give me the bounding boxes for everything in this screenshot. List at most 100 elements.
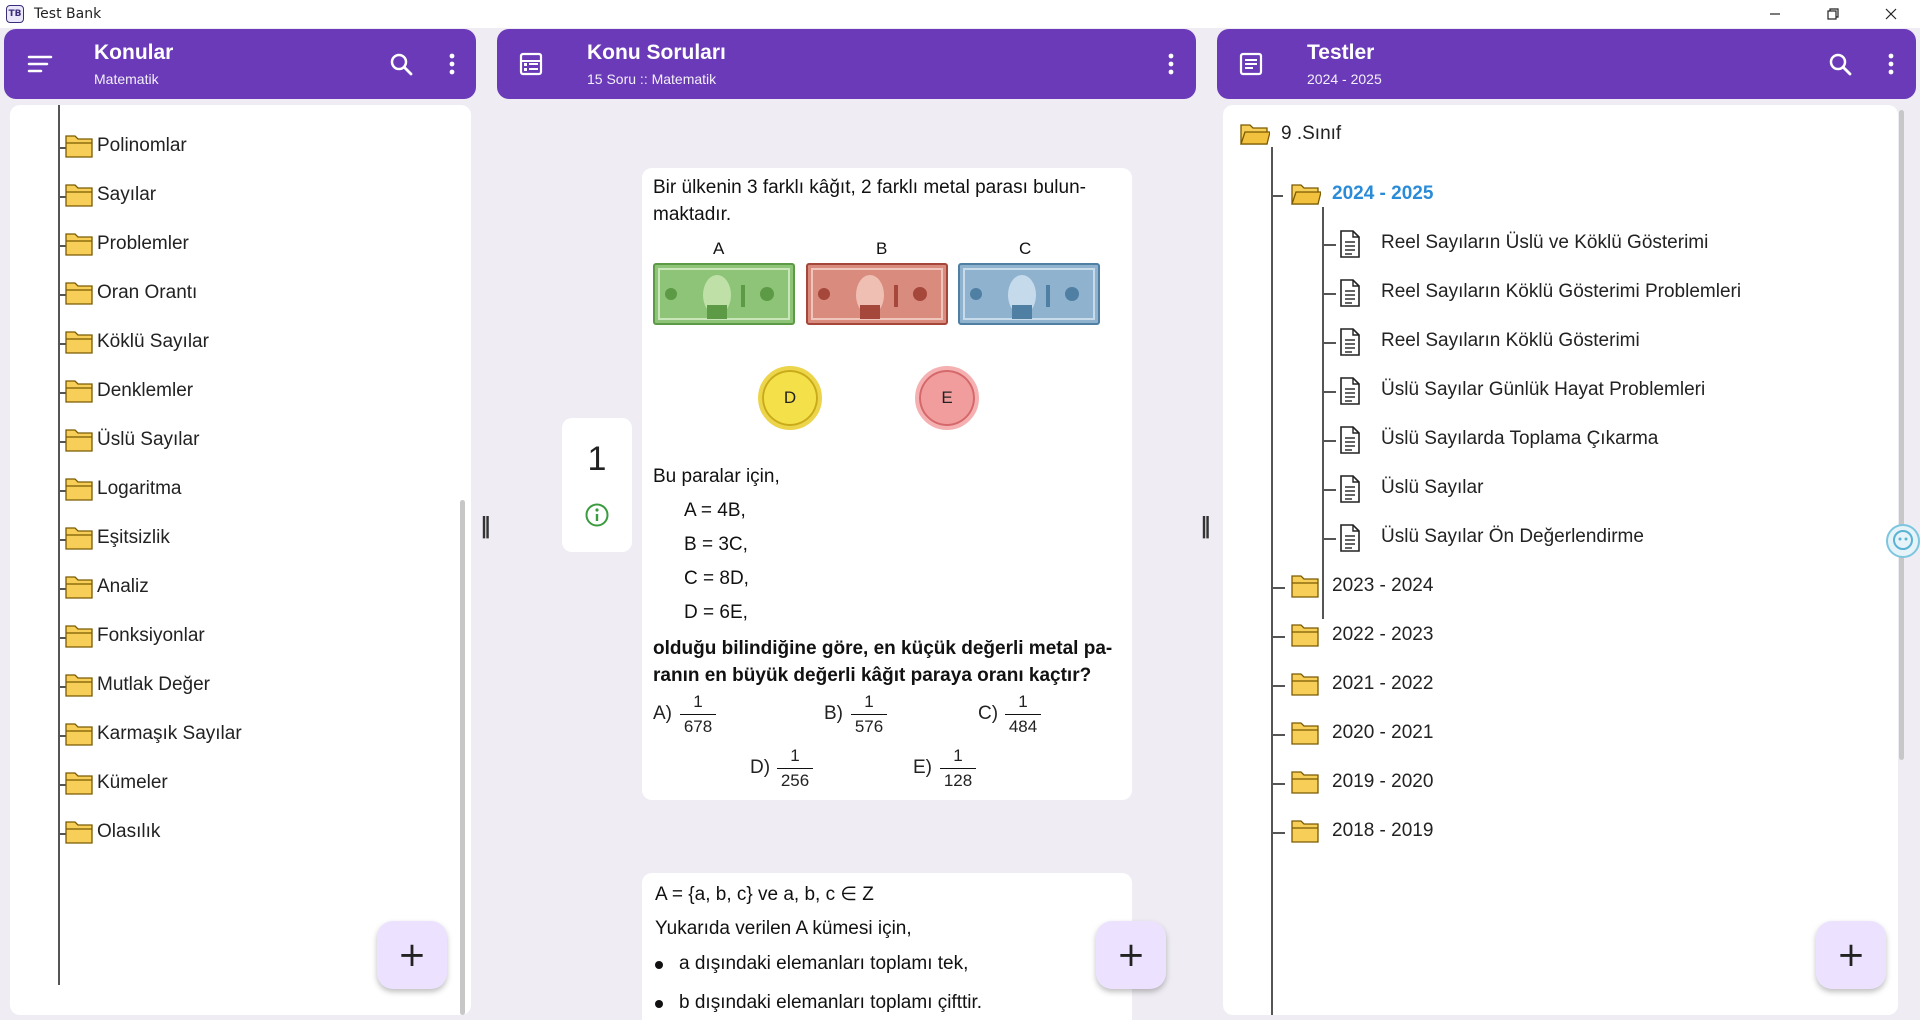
question-text: Bu paralar için,: [653, 466, 780, 487]
question-card[interactable]: A = {a, b, c} ve a, b, c ∈ Z Yukarıda ve…: [642, 873, 1132, 1020]
topics-title: Konular: [94, 41, 174, 64]
topics-header: Konular Matematik: [4, 29, 476, 99]
app-icon: TB: [6, 5, 24, 23]
folder-icon: [65, 478, 93, 501]
splitter-left[interactable]: ‖: [480, 514, 491, 539]
document-icon: [1340, 279, 1360, 307]
folder-icon: [1291, 722, 1319, 745]
bullet: [655, 1000, 663, 1008]
equation: A = 4B,: [684, 500, 746, 521]
minimize-icon: [1770, 13, 1780, 15]
more-options-icon[interactable]: [1157, 50, 1185, 78]
close-icon: [1885, 8, 1897, 20]
topic-label: Kümeler: [97, 772, 168, 793]
more-options-icon[interactable]: [1877, 50, 1905, 78]
question-card[interactable]: Bir ülkenin 3 farklı kâğıt, 2 farklı met…: [642, 168, 1132, 800]
topic-label: Fonksiyonlar: [97, 625, 205, 646]
add-question-button[interactable]: +: [1096, 921, 1166, 989]
question-prompt: ranın en büyük değerli kâğıt paraya oran…: [653, 665, 1092, 686]
bullet: [655, 961, 663, 969]
test-label: Reel Sayıların Köklü Gösterimi: [1381, 330, 1640, 351]
topic-label: Üslü Sayılar: [97, 429, 200, 450]
question-text: A = {a, b, c} ve a, b, c ∈ Z: [655, 884, 874, 905]
question-text: a dışındaki elemanları toplamı tek,: [679, 953, 969, 974]
test-label: Üslü Sayılarda Toplama Çıkarma: [1381, 428, 1659, 449]
more-options-icon[interactable]: [438, 50, 466, 78]
question-text: maktadır.: [653, 204, 732, 225]
question-text: Bir ülkenin 3 farklı kâğıt, 2 farklı met…: [653, 177, 1086, 198]
folder-icon: [65, 331, 93, 354]
question-number-card[interactable]: 1: [562, 418, 632, 552]
topic-label: Mutlak Değer: [97, 674, 210, 695]
questions-subtitle: 15 Soru :: Matematik: [587, 71, 717, 87]
equation: D = 6E,: [684, 602, 748, 623]
scrollbar[interactable]: [1899, 110, 1904, 760]
fraction: 1 484: [1005, 692, 1041, 737]
coin-d: D: [758, 366, 822, 430]
topics-subtitle: Matematik: [94, 71, 159, 87]
topic-label: Analiz: [97, 576, 149, 597]
tests-header: Testler 2024 - 2025: [1217, 29, 1916, 99]
topic-label: Eşitsizlik: [97, 527, 170, 548]
folder-icon: [65, 527, 93, 550]
tree-root-label[interactable]: 9 .Sınıf: [1281, 123, 1341, 145]
add-topic-button[interactable]: +: [377, 921, 447, 989]
year-label: 2019 - 2020: [1332, 771, 1434, 792]
assistant-icon[interactable]: [1886, 524, 1920, 558]
topic-label: Logaritma: [97, 478, 182, 499]
topics-tree-card: Polinomlar Sayılar Problemler Oran Orantı Kö…: [10, 105, 471, 1015]
bill-label: B: [876, 239, 888, 258]
document-icon: [1340, 230, 1360, 258]
tests-title: Testler: [1307, 41, 1375, 64]
document-icon: [1340, 475, 1360, 503]
search-icon[interactable]: [1826, 50, 1854, 78]
restore-icon: [1827, 8, 1839, 20]
folder-icon: [65, 576, 93, 599]
restore-button[interactable]: [1804, 0, 1862, 28]
folder-icon: [65, 184, 93, 207]
folder-icon: [65, 723, 93, 746]
folder-icon: [1291, 673, 1319, 696]
document-icon: [1340, 377, 1360, 405]
question-text: b dışındaki elemanları toplamı çifttir.: [679, 992, 983, 1013]
folder-open-icon: [1291, 184, 1321, 205]
folder-icon: [65, 674, 93, 697]
folder-icon: [1291, 624, 1319, 647]
info-icon[interactable]: [585, 503, 609, 531]
fraction: 1 256: [777, 746, 813, 791]
topic-label: Sayılar: [97, 184, 157, 205]
year-label: 2020 - 2021: [1332, 722, 1434, 743]
equation: B = 3C,: [684, 534, 748, 555]
add-test-button[interactable]: +: [1816, 921, 1886, 989]
menu-icon[interactable]: [26, 50, 54, 78]
title-bar: TB Test Bank: [0, 0, 1920, 28]
tests-subtitle: 2024 - 2025: [1307, 71, 1382, 87]
document-icon: [1340, 524, 1360, 552]
red-banknote-image: [806, 263, 948, 325]
year-label: 2023 - 2024: [1332, 575, 1434, 596]
test-label: Reel Sayıların Köklü Gösterimi Problemle…: [1381, 281, 1742, 302]
tests-tree-card: 9 .Sınıf 2024 - 2025 Reel Sayıların Üslü…: [1223, 105, 1898, 1015]
folder-open-icon: [1240, 124, 1270, 145]
splitter-right[interactable]: ‖: [1200, 514, 1211, 539]
folder-icon: [65, 380, 93, 403]
scrollbar[interactable]: [460, 500, 465, 1015]
folder-icon: [1291, 820, 1319, 843]
folder-icon: [65, 429, 93, 452]
minimize-button[interactable]: [1746, 0, 1804, 28]
question-list-icon: [517, 50, 545, 78]
green-banknote-image: [653, 263, 795, 325]
tree-year-selected[interactable]: 2024 - 2025: [1332, 183, 1433, 205]
folder-icon: [65, 135, 93, 158]
close-button[interactable]: [1862, 0, 1920, 28]
folder-icon: [1291, 771, 1319, 794]
document-icon: [1237, 50, 1265, 78]
fraction: 1 678: [680, 692, 716, 737]
search-icon[interactable]: [387, 50, 415, 78]
document-icon: [1340, 328, 1360, 356]
question-prompt: olduğu bilindiğine göre, en küçük değerl…: [653, 638, 1113, 659]
folder-icon: [1291, 575, 1319, 598]
topic-label: Problemler: [97, 233, 189, 254]
folder-icon: [65, 821, 93, 844]
topic-label: Denklemler: [97, 380, 194, 401]
